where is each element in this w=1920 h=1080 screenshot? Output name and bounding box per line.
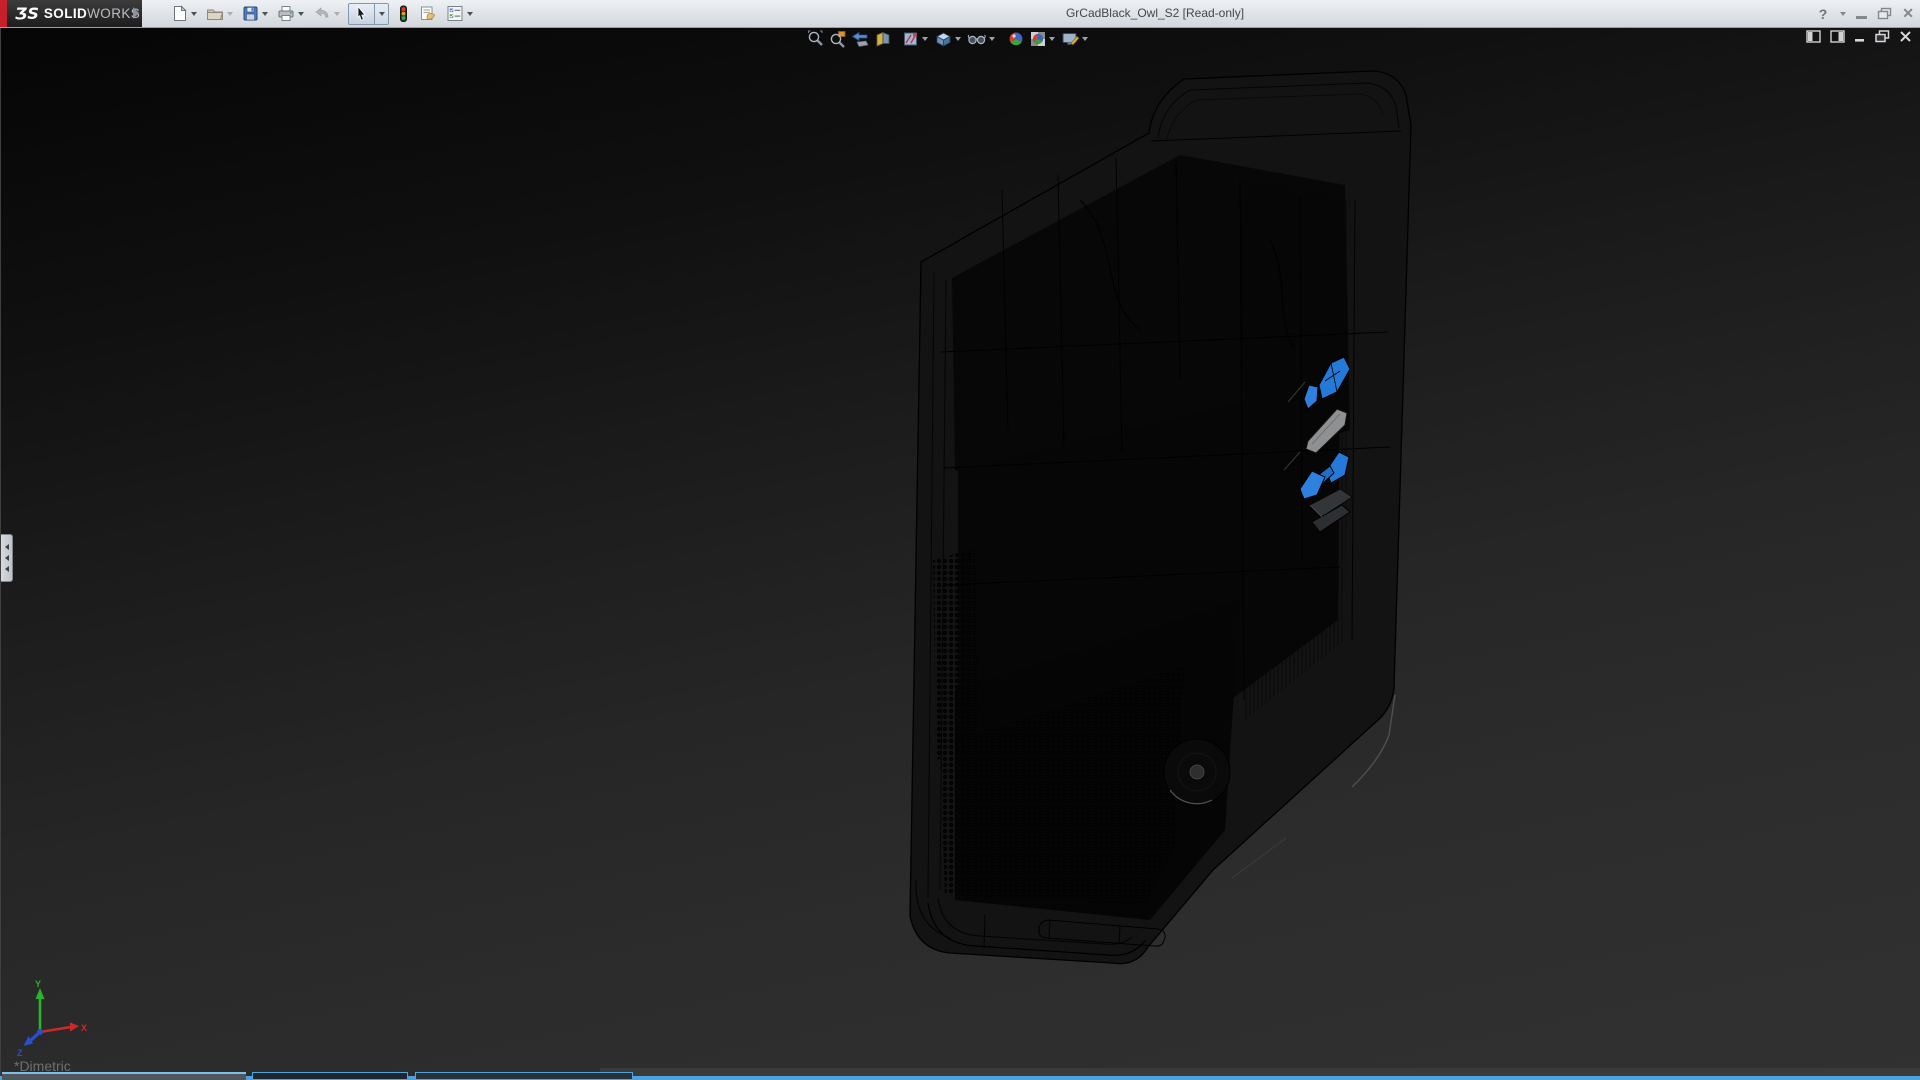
doc-close-button[interactable] (1899, 30, 1912, 43)
view-orientation-dropdown[interactable] (955, 37, 961, 41)
view-settings-dropdown[interactable] (1082, 37, 1088, 41)
new-document-icon (171, 5, 188, 22)
menu-flyout-arrow[interactable] (133, 7, 139, 19)
pane-right-icon (1830, 30, 1845, 43)
headsup-view-toolbar (807, 29, 1094, 49)
open-folder-icon (206, 5, 224, 22)
options-button[interactable] (445, 3, 474, 25)
view-settings-icon (1061, 30, 1080, 48)
collapse-arrow-icon (5, 566, 9, 572)
edit-appearance-ball-icon (1007, 30, 1025, 48)
pane-right-toggle[interactable] (1830, 30, 1845, 43)
previous-view-icon (851, 30, 870, 48)
select-button[interactable] (348, 3, 389, 25)
view-orientation-cube-icon (934, 30, 953, 48)
pane-left-icon (1806, 30, 1821, 43)
apply-scene-icon (1029, 30, 1047, 48)
rebuild-button[interactable] (396, 3, 411, 25)
solidworks-logo[interactable]: ƷS SOLIDWORKS (0, 0, 142, 27)
document-window-controls (1797, 30, 1912, 43)
ds-logo-glyph: ƷS (15, 4, 39, 23)
save-dropdown-arrow[interactable] (262, 12, 268, 16)
restore-icon (1877, 7, 1892, 20)
edit-appearance-button[interactable] (1007, 29, 1025, 49)
doc-close-icon (1899, 30, 1912, 43)
brand-name-bold: SOLID (44, 6, 87, 21)
previous-view-button[interactable] (851, 29, 870, 49)
hide-show-glasses-icon (967, 30, 987, 48)
new-document-button[interactable] (170, 3, 198, 25)
apply-scene-dropdown[interactable] (1049, 37, 1055, 41)
graphics-area[interactable]: *Dimetric (0, 27, 1920, 1077)
new-dropdown-arrow[interactable] (191, 12, 197, 16)
help-icon: ? (1819, 6, 1828, 22)
doc-minimize-icon (1854, 30, 1866, 43)
rebuild-trafficlight-icon (397, 5, 410, 23)
titlebar-controls: ? ✕ (1809, 0, 1914, 27)
zoom-to-area-button[interactable] (829, 29, 847, 49)
file-properties-icon (419, 5, 437, 22)
display-style-dropdown[interactable] (922, 37, 928, 41)
undo-icon (313, 5, 331, 22)
select-cursor-icon (354, 5, 369, 22)
hide-show-dropdown[interactable] (989, 37, 995, 41)
section-view-icon (874, 30, 892, 48)
doc-restore-icon (1875, 30, 1890, 43)
open-button[interactable] (205, 3, 234, 25)
open-dropdown-arrow[interactable] (227, 12, 233, 16)
collapse-arrow-icon (5, 555, 9, 561)
zoom-to-area-icon (829, 30, 847, 48)
collapse-arrow-icon (5, 544, 9, 550)
taskbar-window-button[interactable] (252, 1072, 408, 1080)
file-properties-button[interactable] (418, 3, 438, 25)
standard-toolbar (170, 3, 481, 25)
options-icon (446, 5, 464, 22)
taskbar-window-button[interactable] (415, 1072, 633, 1080)
pane-left-toggle[interactable] (1806, 30, 1821, 43)
print-button[interactable] (276, 3, 305, 25)
app-restore-button[interactable] (1877, 0, 1892, 27)
print-icon (277, 5, 295, 22)
menu-bar: ƷS SOLIDWORKS (0, 0, 1920, 28)
featuretree-splitter-tab[interactable] (1, 534, 13, 582)
hide-show-items-button[interactable] (967, 29, 997, 49)
help-button[interactable]: ? (1819, 0, 1828, 27)
print-dropdown-arrow[interactable] (298, 12, 304, 16)
taskbar-sliver (0, 1068, 1920, 1080)
close-icon: ✕ (1902, 5, 1914, 22)
save-floppy-icon (242, 5, 259, 22)
minimize-icon (1856, 16, 1867, 19)
zoom-to-fit-icon (807, 30, 825, 48)
display-style-button[interactable] (902, 29, 930, 49)
undo-dropdown-arrow[interactable] (334, 12, 340, 16)
apply-scene-button[interactable] (1029, 29, 1057, 49)
view-orientation-button[interactable] (934, 29, 963, 49)
select-dropdown-arrow[interactable] (375, 3, 389, 25)
section-view-button[interactable] (874, 29, 892, 49)
doc-restore-button[interactable] (1875, 30, 1890, 43)
logo-red-accent (0, 0, 7, 27)
doc-minimize-button[interactable] (1854, 30, 1866, 43)
window-title: GrCadBlack_Owl_S2 [Read-only] (1030, 6, 1280, 20)
app-minimize-button[interactable] (1856, 0, 1867, 27)
save-button[interactable] (241, 3, 269, 25)
app-close-button[interactable]: ✕ (1902, 0, 1914, 27)
help-dropdown[interactable] (1837, 0, 1846, 27)
zoom-to-fit-button[interactable] (807, 29, 825, 49)
display-style-icon (902, 30, 920, 48)
options-dropdown-arrow[interactable] (467, 12, 473, 16)
taskbar-window-button[interactable] (2, 1072, 246, 1080)
undo-button[interactable] (312, 3, 341, 25)
view-settings-button[interactable] (1061, 29, 1090, 49)
